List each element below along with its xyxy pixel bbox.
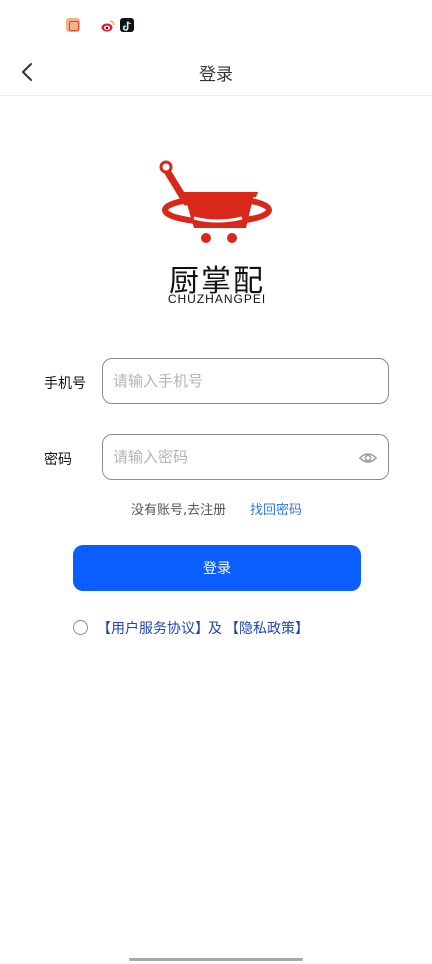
login-button[interactable]: 登录 (73, 545, 361, 591)
agreement-conjunction: 及 (208, 621, 222, 637)
tiktok-icon (120, 18, 134, 32)
user-service-agreement-link[interactable]: 【用户服务协议】 (97, 618, 209, 638)
home-indicator (129, 958, 303, 961)
forgot-password-link[interactable]: 找回密码 (250, 499, 302, 518)
password-label: 密码 (44, 452, 72, 468)
news-app-icon (66, 18, 80, 32)
password-visibility-toggle[interactable] (358, 448, 378, 468)
register-link[interactable]: 没有账号,去注册 (131, 499, 226, 518)
weibo-icon (101, 18, 115, 32)
agreement-checkbox[interactable] (73, 620, 88, 635)
status-bar (0, 0, 432, 48)
privacy-policy-link[interactable]: 【隐私政策】 (225, 618, 309, 638)
phone-input[interactable] (113, 359, 353, 403)
phone-field[interactable] (102, 358, 389, 404)
account-links: 没有账号,去注册 找回密码 (0, 499, 432, 519)
phone-label: 手机号 (44, 376, 86, 392)
brand-logo: 厨掌配 CHUZHANGPEI (150, 158, 284, 308)
brand-name-english: CHUZHANGPEI (167, 292, 267, 306)
eye-icon (358, 453, 378, 463)
password-field[interactable] (102, 434, 389, 480)
password-input[interactable] (113, 435, 353, 479)
navigation-bar: 登录 (0, 48, 432, 96)
page-title: 登录 (199, 65, 233, 85)
shopping-cart-wok-icon (159, 160, 272, 243)
